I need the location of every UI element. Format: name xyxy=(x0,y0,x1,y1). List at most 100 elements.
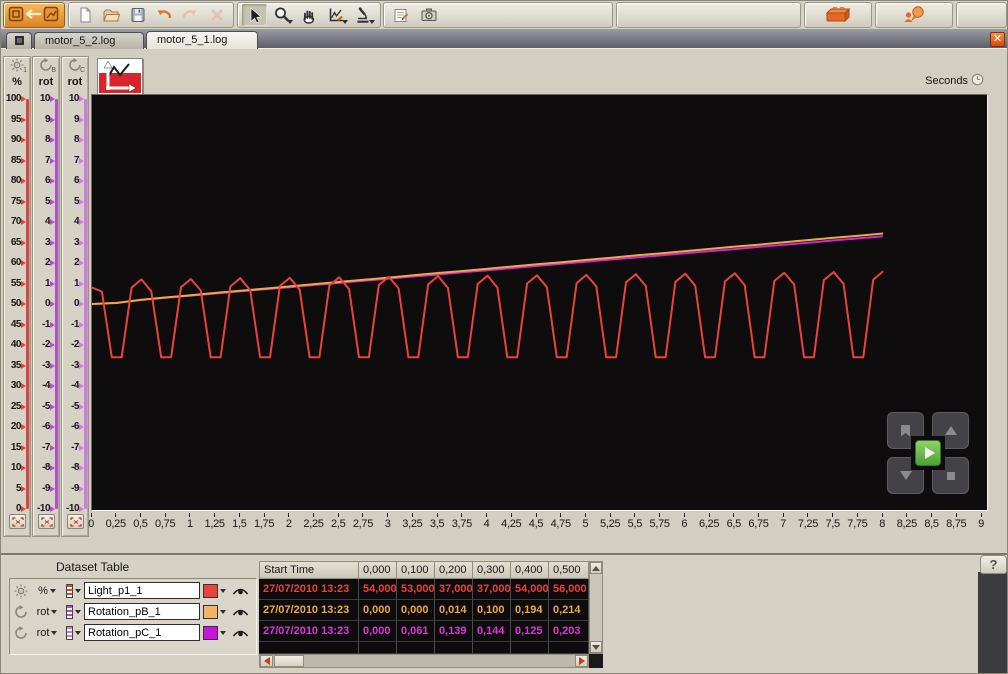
capture-button-group xyxy=(383,2,613,28)
dropdown-caret-icon xyxy=(50,589,56,593)
x-tick-mark xyxy=(981,513,982,517)
x-tick-mark xyxy=(288,513,289,517)
save-icon xyxy=(129,6,147,24)
series-line-Light_p1_1 xyxy=(92,271,883,357)
x-tick-mark xyxy=(165,513,166,517)
unit-dropdown[interactable]: rot xyxy=(31,627,63,639)
scrollbar-thumb[interactable] xyxy=(274,655,304,667)
table-row: 27/07/2010 13:230,0000,0610,1390,1440,12… xyxy=(259,621,589,642)
scale-unit-label: rot xyxy=(33,76,59,88)
scale-ruler-icon xyxy=(66,626,73,640)
cursor-icon xyxy=(246,6,264,24)
hand-icon xyxy=(300,6,318,24)
select-tool-button[interactable] xyxy=(242,4,267,26)
legend-sensor-icon-wrap xyxy=(11,584,31,598)
x-tick-mark xyxy=(610,513,611,517)
scale-axis-line xyxy=(26,99,29,509)
play-button[interactable] xyxy=(915,440,941,466)
zoom-tool-button[interactable] xyxy=(269,4,294,26)
tab-label: motor_5_1.log xyxy=(157,34,227,46)
table-horizontal-scrollbar[interactable] xyxy=(259,654,589,668)
visibility-button[interactable] xyxy=(229,603,251,621)
delete-icon xyxy=(208,6,226,24)
unit-dropdown[interactable]: % xyxy=(31,585,63,597)
scale-tick-label: -2 xyxy=(62,339,79,351)
experiment-tab-icon xyxy=(15,36,24,45)
scale-tick-label: 10 xyxy=(4,462,21,474)
unit-dropdown[interactable]: rot xyxy=(31,606,63,618)
x-tick-mark xyxy=(313,513,314,517)
notes-button[interactable] xyxy=(388,4,414,26)
scale-tick-label: 9 xyxy=(62,114,79,126)
color-dropdown[interactable] xyxy=(200,584,229,598)
undo-icon xyxy=(155,6,173,24)
visibility-button[interactable] xyxy=(229,582,251,600)
pan-tool-button[interactable] xyxy=(296,4,321,26)
table-vertical-scrollbar[interactable] xyxy=(589,561,603,654)
tab-experiment[interactable] xyxy=(6,32,32,49)
back-to-software-button[interactable] xyxy=(3,2,65,28)
table-cell: 0,203 xyxy=(549,621,589,642)
table-header-cell[interactable]: 0,500 xyxy=(549,561,589,579)
scale-tick-label: 45 xyxy=(4,319,21,331)
help-button[interactable]: ? xyxy=(980,555,1007,574)
nxt-window-button[interactable] xyxy=(804,2,872,28)
table-cell: 0,014 xyxy=(435,600,473,621)
nxt-logo-icon xyxy=(8,5,60,26)
scroll-right-button[interactable] xyxy=(575,655,588,667)
legend-sensor-icon-wrap xyxy=(11,626,31,640)
series-name-input[interactable] xyxy=(84,582,200,599)
undo-button[interactable] xyxy=(152,4,176,26)
close-button[interactable]: ✕ xyxy=(990,32,1005,47)
visibility-button[interactable] xyxy=(229,624,251,642)
series-name-input[interactable] xyxy=(84,603,200,620)
camera-icon xyxy=(420,6,438,24)
snapshot-button[interactable] xyxy=(416,4,442,26)
table-cell: 0,000 xyxy=(359,621,397,642)
scale-ruler-icon xyxy=(66,605,73,619)
x-tick-mark xyxy=(931,513,932,517)
scale-dropdown[interactable] xyxy=(63,605,84,619)
color-dropdown[interactable] xyxy=(200,626,229,640)
table-cell-start-time: 27/07/2010 13:23 xyxy=(259,579,359,600)
table-row: 27/07/2010 13:2354,00053,00037,00037,000… xyxy=(259,579,589,600)
unit-label: rot xyxy=(37,627,50,639)
scale-tick-label: 0 xyxy=(33,298,50,310)
play-button-frame xyxy=(911,436,945,470)
scale-dropdown[interactable] xyxy=(63,626,84,640)
scroll-left-button[interactable] xyxy=(260,655,273,667)
rotation-icon xyxy=(14,605,28,619)
new-file-button[interactable] xyxy=(73,4,97,26)
open-file-button[interactable] xyxy=(99,4,123,26)
predict-tool-button[interactable] xyxy=(351,4,376,26)
table-header-cell[interactable]: 0,000 xyxy=(359,561,397,579)
x-tick-mark xyxy=(214,513,215,517)
save-file-button[interactable] xyxy=(126,4,150,26)
analysis-tool-button[interactable] xyxy=(324,4,349,26)
scroll-down-button[interactable] xyxy=(590,641,602,653)
scale-tick-label: 5 xyxy=(62,196,79,208)
scale-tick-label: -9 xyxy=(62,483,79,495)
x-axis: 00,250,50,7511,251,51,7522,252,52,7533,2… xyxy=(1,511,1008,553)
scale-ruler-icon xyxy=(66,584,73,598)
play-icon xyxy=(925,447,935,459)
tab-motor-5-2[interactable]: motor_5_2.log xyxy=(34,32,144,49)
dropdown-caret-icon xyxy=(342,20,348,24)
table-header-cell[interactable]: 0,200 xyxy=(435,561,473,579)
series-line-Rotation_pB_1 xyxy=(92,234,883,305)
color-swatch xyxy=(203,626,218,640)
series-name-input[interactable] xyxy=(84,624,200,641)
table-header-cell[interactable]: 0,100 xyxy=(397,561,435,579)
table-header-cell[interactable]: 0,400 xyxy=(511,561,549,579)
chart-plot-area[interactable] xyxy=(91,94,988,511)
dataset-panel: Dataset Table %rotrot Start Time0,0000,1… xyxy=(1,553,1008,674)
profile-button[interactable] xyxy=(875,2,953,28)
table-header-cell[interactable]: 0,300 xyxy=(473,561,511,579)
scale-tick-label: 95 xyxy=(4,114,21,126)
scale-dropdown[interactable] xyxy=(63,584,84,598)
tab-motor-5-1[interactable]: motor_5_1.log xyxy=(146,31,258,49)
eye-icon xyxy=(232,626,249,639)
table-header-cell[interactable]: Start Time xyxy=(259,561,359,579)
color-dropdown[interactable] xyxy=(200,605,229,619)
scroll-up-button[interactable] xyxy=(590,562,602,574)
